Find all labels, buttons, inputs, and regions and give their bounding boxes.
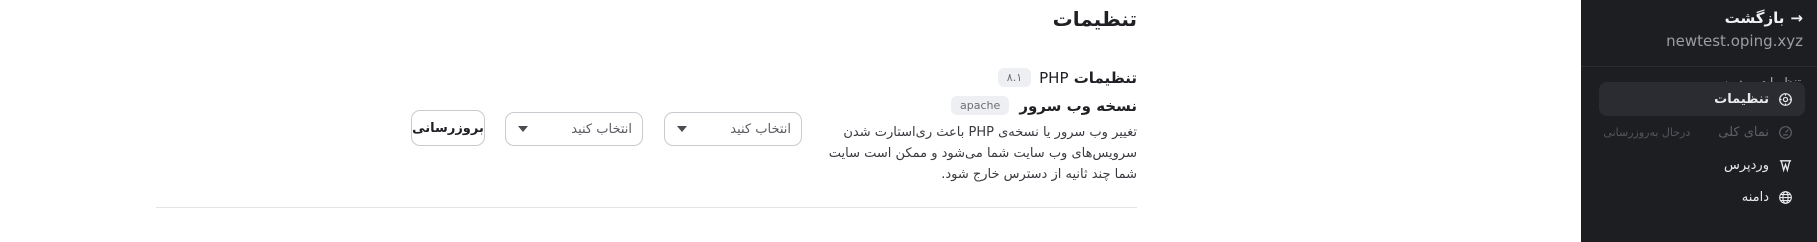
webserver-label: نسخه وب سرور — [1019, 96, 1137, 115]
update-button[interactable]: بروزرسانی — [411, 110, 485, 146]
webserver-select[interactable]: انتخاب کنید — [664, 112, 802, 146]
php-settings-label: تنظیمات PHP — [1039, 69, 1137, 87]
chevron-down-icon — [677, 126, 687, 132]
webserver-heading: نسخه وب سرور apache — [951, 96, 1137, 115]
sidebar-item-domain[interactable]: دامنه — [1599, 180, 1805, 214]
php-select-placeholder: انتخاب کنید — [571, 121, 632, 137]
content-divider — [156, 207, 1137, 208]
php-settings-label-fa: تنظیمات — [1073, 68, 1137, 87]
webserver-select-placeholder: انتخاب کنید — [730, 121, 791, 137]
php-version-select[interactable]: انتخاب کنید — [505, 112, 643, 146]
php-version-badge: ۸.۱ — [997, 68, 1032, 87]
overview-icon — [1777, 124, 1793, 140]
sidebar-item-overview: نمای کلی درحال به‌روزرسانی — [1599, 115, 1805, 149]
back-link[interactable]: → بازگشت — [1725, 9, 1803, 27]
sidebar-item-settings[interactable]: تنظیمات — [1599, 82, 1805, 116]
php-settings-heading: تنظیمات PHP ۸.۱ — [997, 68, 1137, 87]
chevron-down-icon — [518, 126, 528, 132]
webserver-description: تغییر وب سرور یا نسخه‌ی PHP باعث ری‌استا… — [828, 125, 1137, 182]
page-title: تنظیمات — [1052, 7, 1137, 31]
sidebar-divider — [1581, 66, 1817, 67]
sidebar-item-label: وردپرس — [1723, 157, 1769, 173]
sidebar: → بازگشت newtest.oping.xyz تنظیمات وردپر… — [1581, 0, 1817, 242]
sidebar-item-wordpress[interactable]: وردپرس — [1599, 148, 1805, 182]
site-domain: newtest.oping.xyz — [1666, 32, 1803, 50]
arrow-right-icon: → — [1790, 9, 1803, 27]
globe-icon — [1777, 189, 1793, 205]
back-label: بازگشت — [1724, 9, 1785, 27]
settings-gear-icon — [1777, 91, 1793, 107]
sidebar-item-label: تنظیمات — [1714, 91, 1769, 107]
sidebar-item-label: نمای کلی — [1718, 124, 1769, 140]
php-settings-label-en: PHP — [1039, 68, 1069, 87]
updating-status: درحال به‌روزرسانی — [1603, 125, 1691, 139]
wordpress-icon — [1777, 157, 1793, 173]
webserver-badge: apache — [951, 96, 1010, 115]
sidebar-item-label: دامنه — [1741, 189, 1769, 205]
